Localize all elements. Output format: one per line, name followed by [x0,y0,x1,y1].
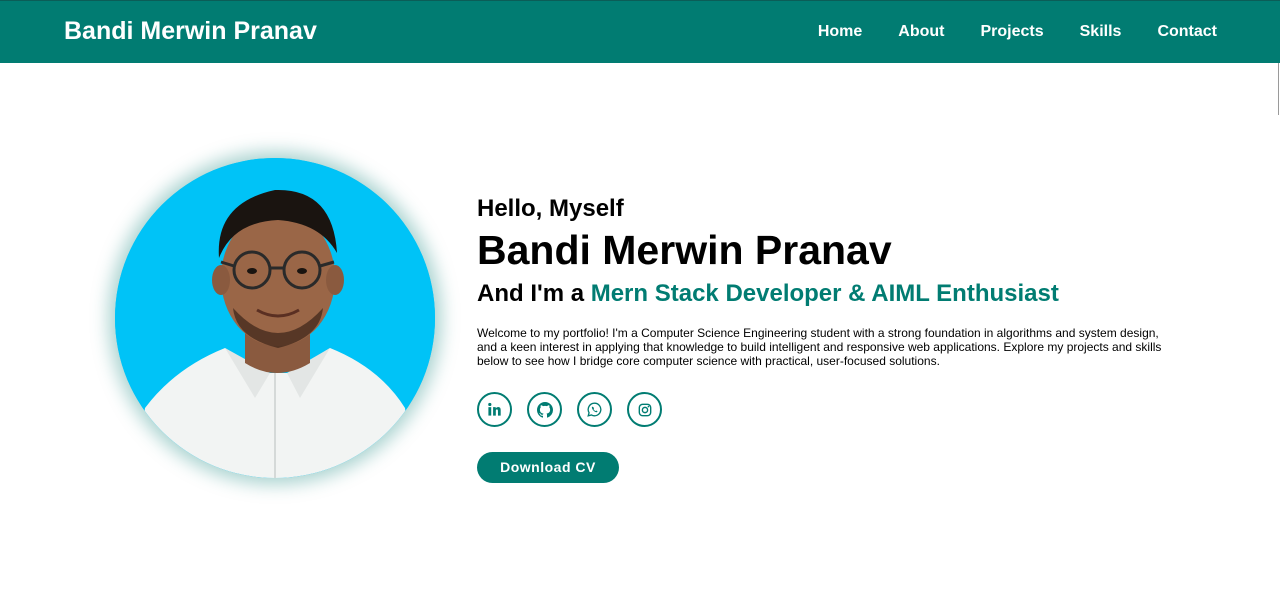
linkedin-button[interactable] [477,392,512,427]
social-links [477,392,1177,427]
role-prefix: And I'm a [477,280,591,307]
instagram-icon [638,403,651,416]
linkedin-icon [488,402,501,416]
role-line: And I'm a Mern Stack Developer & AIML En… [477,279,1177,309]
github-icon [536,401,553,418]
download-cv-button[interactable]: Download CV [477,452,619,483]
nav-about[interactable]: About [898,23,944,41]
scrollbar-edge [1278,63,1279,115]
nav-home[interactable]: Home [818,23,862,41]
whatsapp-icon [587,402,602,417]
hero-name: Bandi Merwin Pranav [477,227,892,273]
nav-links: Home About Projects Skills Contact [818,23,1217,41]
github-button[interactable] [527,392,562,427]
navbar: Bandi Merwin Pranav Home About Projects … [0,0,1280,63]
profile-illustration [115,158,435,478]
instagram-button[interactable] [627,392,662,427]
brand-title[interactable]: Bandi Merwin Pranav [64,17,317,46]
nav-skills[interactable]: Skills [1080,23,1122,41]
bio-text: Welcome to my portfolio! I'm a Computer … [477,326,1162,368]
role-highlight: Mern Stack Developer & AIML Enthusiast [590,280,1059,307]
greeting: Hello, Myself [477,195,624,222]
whatsapp-button[interactable] [577,392,612,427]
nav-contact[interactable]: Contact [1157,23,1217,41]
nav-projects[interactable]: Projects [980,23,1043,41]
profile-photo [115,158,435,478]
hero-content: Hello, Myself Bandi Merwin Pranav And I'… [477,195,1177,483]
